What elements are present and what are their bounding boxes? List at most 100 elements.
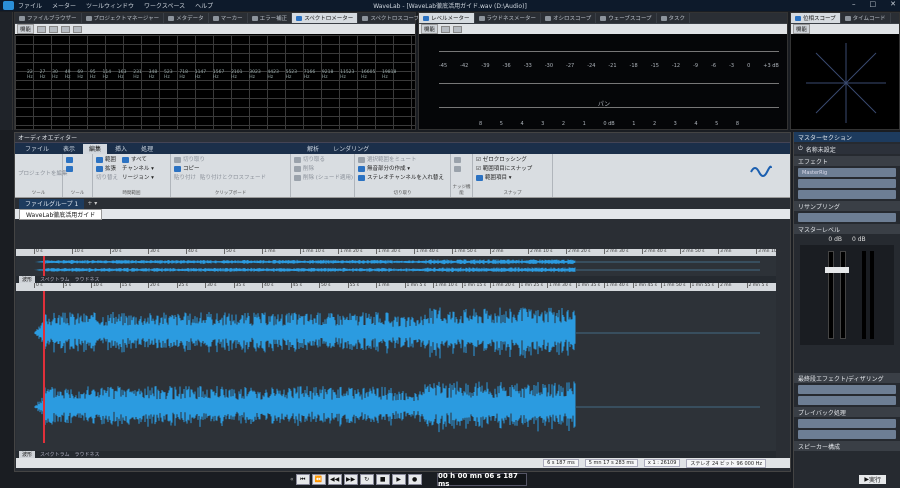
final-effects-header[interactable]: 最終段エフェクト/ディザリング [794, 373, 900, 383]
cursor-position[interactable]: 6 s 187 ms [543, 459, 579, 467]
ribbon-tab-analysis[interactable]: 解析 [301, 144, 325, 154]
playback-slot-2[interactable] [798, 430, 896, 439]
forward-icon[interactable]: ▶▶ [343, 474, 358, 485]
range-items-dropdown[interactable]: 範囲項目 ▾ [476, 174, 549, 183]
trim-button[interactable]: 切り取る [294, 156, 351, 165]
tab-error-correction[interactable]: エラー補正 [248, 13, 293, 23]
final-slot-1[interactable] [798, 385, 896, 394]
delete-button[interactable]: 削除 [294, 165, 351, 174]
snapshot-icon[interactable] [61, 25, 71, 33]
effect-slot-2[interactable] [798, 179, 896, 188]
tab-file-browser[interactable]: ファイルブラウザー [15, 13, 82, 23]
ribbon-tab-edit[interactable]: 編集 [83, 143, 108, 154]
tab-wavescope[interactable]: ウェーブスコープ [596, 13, 657, 23]
refresh-icon[interactable] [453, 25, 463, 33]
maximize-icon[interactable]: □ [870, 0, 877, 8]
select-tool-icon[interactable] [66, 156, 89, 165]
final-slot-2[interactable] [798, 396, 896, 405]
ribbon-tab-render[interactable]: レンダリング [327, 144, 375, 154]
cut-button[interactable]: 切り取り [174, 156, 287, 165]
zoom-factor[interactable]: x 1 : 26109 [643, 459, 681, 467]
swap-channels-button[interactable]: ステレオチャンネルを入れ替え [358, 174, 447, 183]
reset-icon[interactable] [441, 25, 451, 33]
channel-dropdown[interactable]: チャンネル ▾ [122, 165, 154, 174]
effects-header[interactable]: エフェクト [794, 156, 900, 166]
tab-marker[interactable]: マーカー [209, 13, 248, 23]
mute-selection-button[interactable]: 選択範囲をミュート [358, 156, 447, 165]
edit-project-button[interactable]: プロジェクトを編集 [18, 170, 68, 179]
view-tab-waveform[interactable]: 波形 [19, 451, 36, 458]
record-icon[interactable] [49, 25, 59, 33]
view-tab-waveform[interactable]: 波形 [19, 276, 36, 283]
time-display[interactable]: 00 h 00 mn 06 s 187 ms [437, 472, 527, 488]
tab-oscilloscope[interactable]: オシロスコープ [541, 13, 597, 23]
tab-project-manager[interactable]: プロジェクトマネージャー [82, 13, 165, 23]
tab-level-meter[interactable]: レベルメーター [419, 13, 475, 23]
minimize-icon[interactable]: – [852, 0, 856, 8]
zero-crossing-checkbox[interactable]: ☑ ゼロクロッシング [476, 156, 549, 165]
tab-metadata[interactable]: メタデータ [164, 13, 209, 23]
refresh-icon[interactable] [37, 25, 47, 33]
preset-row[interactable]: ⏻ 名称未設定 [794, 144, 900, 154]
tab-timecode[interactable]: タイムコード [841, 13, 891, 23]
fader-left-handle[interactable] [825, 267, 837, 273]
paste-button[interactable]: 貼り付け [174, 174, 196, 183]
go-prev-icon[interactable]: ⏪ [311, 474, 326, 485]
snap-to-range-checkbox[interactable]: ☑ 範囲項目にスナップ [476, 165, 549, 174]
function-menu[interactable]: 機能 [793, 24, 811, 34]
speaker-tool-icon[interactable] [66, 165, 89, 174]
playback-slot-1[interactable] [798, 419, 896, 428]
master-level-header[interactable]: マスターレベル [794, 224, 900, 234]
rewind-icon[interactable]: ◀◀ [327, 474, 342, 485]
nudge-left-icon[interactable] [454, 156, 469, 165]
transport-menu-icon[interactable]: « [290, 476, 294, 483]
function-menu[interactable]: 機能 [17, 24, 35, 34]
effect-slot-3[interactable] [798, 190, 896, 199]
file-group-tab[interactable]: ファイルグループ 1 [19, 198, 85, 209]
view-tab-loudness[interactable]: ラウドネス [75, 276, 100, 283]
nudge-right-icon[interactable] [454, 165, 469, 174]
delete-smooth-button[interactable]: 削除 (シュード適用) [294, 174, 353, 183]
ribbon-tab-view[interactable]: 表示 [57, 144, 81, 154]
copy-button[interactable]: コピー [174, 165, 287, 174]
loop-icon[interactable]: ↻ [359, 474, 374, 485]
paste-crossfade-button[interactable]: 貼り付けとクロスフェード [200, 174, 266, 183]
master-faders[interactable] [800, 245, 894, 345]
tab-task[interactable]: タスク [657, 13, 691, 23]
range-button[interactable]: 範囲 [96, 156, 118, 165]
view-tab-spectrum[interactable]: スペクトラム [40, 451, 70, 458]
view-tab-spectrum[interactable]: スペクトラム [40, 276, 70, 283]
ribbon-tab-insert[interactable]: 挿入 [109, 144, 133, 154]
function-menu[interactable]: 機能 [421, 24, 439, 34]
create-silence-button[interactable]: 無音部分の作成 ▾ [358, 165, 447, 174]
all-button[interactable]: すべて [122, 156, 154, 165]
main-waveform[interactable]: 0 s 5 s 10 s 15 s 20 s 25 s 30 s 35 s 40 s 45 s 50… [16, 283, 776, 451]
close-icon[interactable]: ✕ [890, 0, 896, 8]
tab-phase-scope[interactable]: 位相スコープ [791, 13, 841, 23]
ribbon-tab-file[interactable]: ファイル [19, 144, 55, 154]
camera-icon[interactable] [73, 25, 83, 33]
audio-format[interactable]: ステレオ 24 ビット 96 000 Hz [686, 458, 766, 468]
play-icon[interactable]: ▶ [391, 474, 406, 485]
view-tab-loudness[interactable]: ラウドネス [75, 451, 100, 458]
go-start-icon[interactable]: ⏮ [295, 474, 310, 485]
effect-slot-1[interactable]: MasterRig [798, 168, 896, 177]
speaker-header[interactable]: スピーカー構成 [794, 441, 900, 451]
tab-spectroscope[interactable]: スペクトロスコープ [358, 13, 425, 23]
record-icon[interactable]: ● [407, 474, 422, 485]
fader-right-handle[interactable] [837, 267, 849, 273]
tab-loudness-meter[interactable]: ラウドネスメーター [475, 13, 542, 23]
resampling-slot[interactable] [798, 213, 896, 222]
overview-wave-area[interactable] [16, 256, 776, 276]
toggle-button[interactable]: 切り替え [96, 174, 118, 183]
tab-spectrometer[interactable]: スペクトロメーター [292, 13, 359, 23]
ribbon-tab-process[interactable]: 処理 [135, 144, 159, 154]
playback-header[interactable]: プレイバック処理 [794, 407, 900, 417]
extend-button[interactable]: 拡張 [96, 165, 118, 174]
stop-icon[interactable]: ■ [375, 474, 390, 485]
render-button[interactable]: ▶ 実行 [859, 475, 886, 484]
resampling-header[interactable]: リサンプリング [794, 201, 900, 211]
document-tab[interactable]: WaveLab徹底活用ガイド [19, 208, 103, 220]
add-tab-icon[interactable]: + ▾ [87, 200, 97, 207]
region-dropdown[interactable]: リージョン ▾ [122, 174, 154, 183]
